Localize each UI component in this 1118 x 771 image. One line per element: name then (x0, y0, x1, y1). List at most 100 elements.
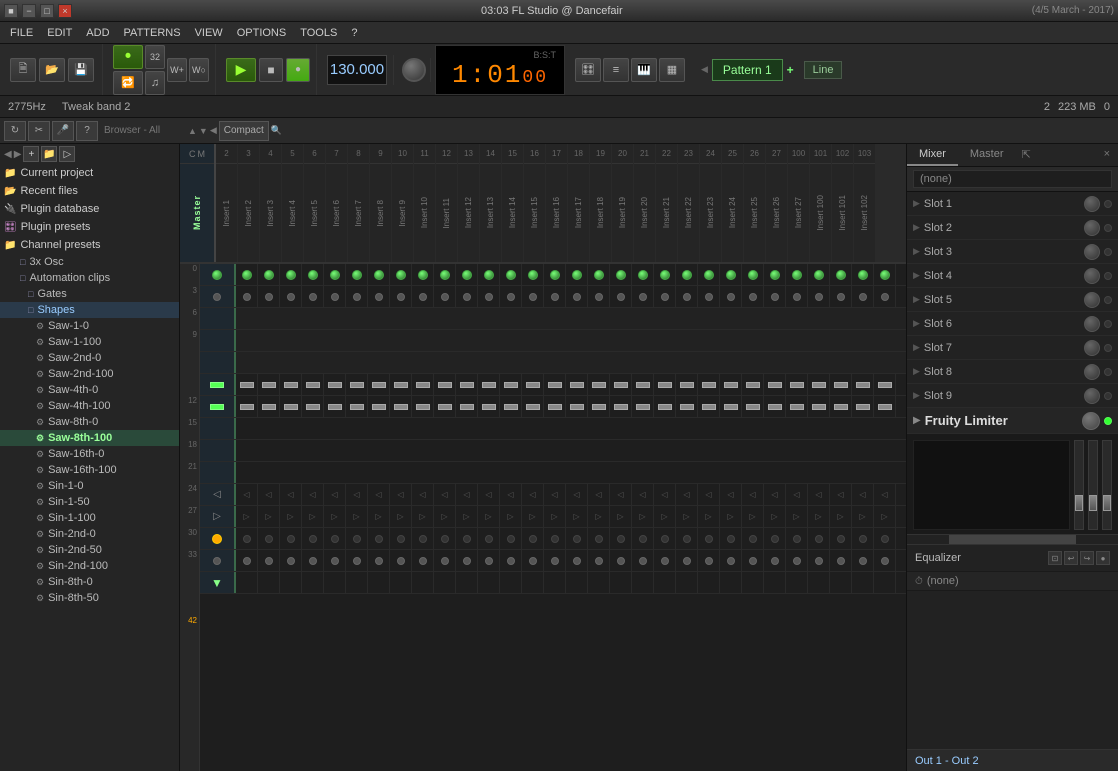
insert-arrow2-20[interactable]: ▷ (683, 512, 689, 521)
insert-arrow2-15[interactable]: ▷ (573, 512, 579, 521)
slot-9-led[interactable] (1104, 392, 1112, 400)
insert-circle-5[interactable] (353, 293, 361, 301)
insert-arrow2-21[interactable]: ▷ (705, 512, 711, 521)
master-volume-knob[interactable] (402, 58, 426, 82)
insert-fader-9[interactable] (438, 382, 452, 388)
insert-fader-19[interactable] (658, 382, 672, 388)
mixer-view-btn[interactable]: 🎛 (575, 58, 601, 82)
slot-row-7[interactable]: ▶ Slot 7 (907, 336, 1118, 360)
insert-arrow-10[interactable]: ◁ (463, 490, 469, 499)
insert-circle-8[interactable] (419, 293, 427, 301)
insert-circle-6[interactable] (375, 293, 383, 301)
menu-edit[interactable]: EDIT (41, 25, 78, 41)
insert-circle-2[interactable] (287, 293, 295, 301)
insert-arrow2-18[interactable]: ▷ (639, 512, 645, 521)
master-dot-bottom[interactable] (213, 557, 221, 565)
sidebar-item-saw-4th-100[interactable]: ⚙ Saw-4th-100 (0, 398, 179, 414)
sidebar-folder-btn[interactable]: 📁 (41, 146, 57, 162)
tab-mixer[interactable]: Mixer (907, 144, 958, 166)
playlist-btn[interactable]: ▦ (659, 58, 685, 82)
insert-circle-22[interactable] (727, 293, 735, 301)
slot-7-knob[interactable] (1084, 340, 1100, 356)
insert-arrow-18[interactable]: ◁ (639, 490, 645, 499)
insert-arrow-27[interactable]: ◁ (837, 490, 843, 499)
insert-lamp-5[interactable] (353, 535, 361, 543)
sidebar-plugin-database[interactable]: 🔌 Plugin database (0, 200, 179, 218)
menu-help[interactable]: ? (345, 25, 363, 41)
insert-fader-15[interactable] (570, 382, 584, 388)
insert-dot-13[interactable] (529, 557, 537, 565)
insert-arrow-17[interactable]: ◁ (617, 490, 623, 499)
slot-5-led[interactable] (1104, 296, 1112, 304)
close-button[interactable]: × (58, 4, 72, 18)
insert-circle-4[interactable] (331, 293, 339, 301)
insert-fader-4[interactable] (328, 382, 342, 388)
insert-arrow2-10[interactable]: ▷ (463, 512, 469, 521)
insert-dot-15[interactable] (573, 557, 581, 565)
insert-fader2-19[interactable] (658, 404, 672, 410)
insert-knob-7[interactable] (396, 270, 406, 280)
sidebar-item-saw-2nd-100[interactable]: ⚙ Saw-2nd-100 (0, 366, 179, 382)
insert-dot-9[interactable] (441, 557, 449, 565)
insert-fader-10[interactable] (460, 382, 474, 388)
insert-lamp-23[interactable] (749, 535, 757, 543)
slot-row-4[interactable]: ▶ Slot 4 (907, 264, 1118, 288)
insert-fader-14[interactable] (548, 382, 562, 388)
insert-lamp-6[interactable] (375, 535, 383, 543)
insert-knob-17[interactable] (616, 270, 626, 280)
insert-arrow-9[interactable]: ◁ (441, 490, 447, 499)
insert-knob-27[interactable] (836, 270, 846, 280)
insert-fader2-15[interactable] (570, 404, 584, 410)
insert-fader2-18[interactable] (636, 404, 650, 410)
insert-arrow-8[interactable]: ◁ (419, 490, 425, 499)
expand-btn[interactable]: ⇱ (1016, 144, 1037, 166)
insert-arrow2-0[interactable]: ▷ (243, 512, 249, 521)
insert-fader-2[interactable] (284, 382, 298, 388)
insert-dot-1[interactable] (265, 557, 273, 565)
insert-fader2-4[interactable] (328, 404, 342, 410)
insert-fader-6[interactable] (372, 382, 386, 388)
menu-options[interactable]: OPTIONS (231, 25, 293, 41)
sidebar-plugin-presets[interactable]: 🎛 Plugin presets (0, 218, 179, 236)
insert-knob-3[interactable] (308, 270, 318, 280)
sidebar-channel-presets[interactable]: 📁 Channel presets (0, 236, 179, 254)
sidebar-item-sin-2nd-100[interactable]: ⚙ Sin-2nd-100 (0, 558, 179, 574)
none-selector[interactable]: (none) (913, 170, 1112, 188)
insert-fader-0[interactable] (240, 382, 254, 388)
sidebar-item-saw-1-0[interactable]: ⚙ Saw-1-0 (0, 318, 179, 334)
insert-fader-7[interactable] (394, 382, 408, 388)
insert-arrow-23[interactable]: ◁ (749, 490, 755, 499)
zoom-btn[interactable]: 🔍 (271, 125, 282, 136)
sidebar-item-sin-1-0[interactable]: ⚙ Sin-1-0 (0, 478, 179, 494)
insert-lamp-18[interactable] (639, 535, 647, 543)
reload-btn[interactable]: ↻ (4, 121, 26, 141)
insert-fader2-16[interactable] (592, 404, 606, 410)
eq-btn-1[interactable]: ⊡ (1048, 551, 1062, 565)
insert-knob-26[interactable] (814, 270, 824, 280)
insert-circle-29[interactable] (881, 293, 889, 301)
loop-btn[interactable]: 🔁 (113, 71, 143, 95)
insert-circle-14[interactable] (551, 293, 559, 301)
master-knob-green[interactable] (212, 270, 222, 280)
sidebar-fwd-btn[interactable]: ▶ (14, 149, 22, 160)
insert-fader2-14[interactable] (548, 404, 562, 410)
insert-fader-21[interactable] (702, 382, 716, 388)
insert-fader2-0[interactable] (240, 404, 254, 410)
sidebar-back-btn[interactable]: ◀ (4, 149, 12, 160)
insert-arrow-28[interactable]: ◁ (859, 490, 865, 499)
insert-fader2-1[interactable] (262, 404, 276, 410)
insert-fader2-26[interactable] (812, 404, 826, 410)
insert-fader-5[interactable] (350, 382, 364, 388)
sidebar-recent-files[interactable]: 📂 Recent files (0, 182, 179, 200)
sidebar-item-gates[interactable]: □ Gates (0, 286, 179, 302)
insert-arrow-5[interactable]: ◁ (353, 490, 359, 499)
insert-knob-29[interactable] (880, 270, 890, 280)
insert-fader-16[interactable] (592, 382, 606, 388)
insert-arrow-25[interactable]: ◁ (793, 490, 799, 499)
insert-arrow2-28[interactable]: ▷ (859, 512, 865, 521)
insert-arrow2-9[interactable]: ▷ (441, 512, 447, 521)
insert-fader-11[interactable] (482, 382, 496, 388)
insert-dot-26[interactable] (815, 557, 823, 565)
insert-lamp-14[interactable] (551, 535, 559, 543)
insert-lamp-8[interactable] (419, 535, 427, 543)
